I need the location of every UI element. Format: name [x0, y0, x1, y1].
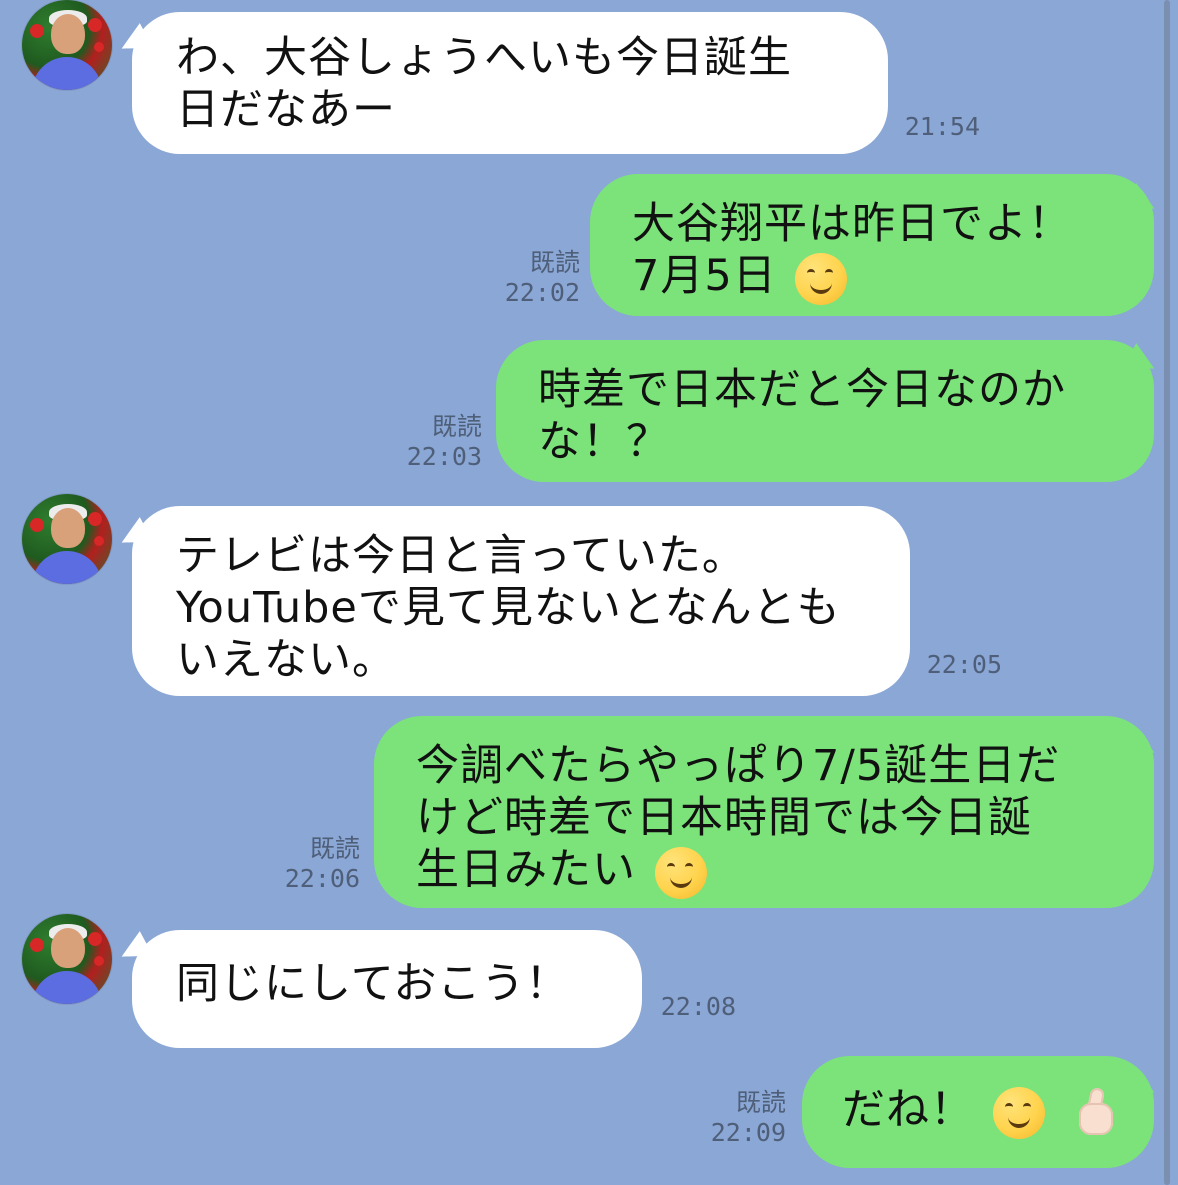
message-line: YouTubeで見て見ないとなんとも: [176, 583, 841, 633]
avatar-icon[interactable]: [22, 494, 112, 584]
timestamp: 22:02: [504, 278, 580, 307]
read-label: 既読: [529, 248, 580, 277]
message-line: 大谷翔平は昨日でよ！: [632, 199, 1072, 249]
outgoing-message-bubble[interactable]: 時差で日本だと今日なのか な！？: [496, 340, 1154, 482]
message-meta: 22:08: [656, 992, 736, 1022]
read-label: 既読: [735, 1088, 786, 1117]
timestamp: 22:08: [660, 992, 736, 1021]
message-row: 既読 22:09 だね！: [0, 1048, 1178, 1185]
message-row: わ、大谷しょうへいも今日誕生 日だなあー 21:54: [0, 0, 1178, 170]
message-line: 7月5日: [632, 251, 777, 301]
message-row: 既読 22:02 大谷翔平は昨日でよ！ 7月5日: [0, 160, 1178, 330]
outgoing-message-bubble[interactable]: 大谷翔平は昨日でよ！ 7月5日: [590, 174, 1154, 316]
message-meta: 既読 22:09: [706, 1088, 786, 1148]
incoming-message-bubble[interactable]: 同じにしておこう！: [132, 930, 642, 1048]
smiling-face-icon: [795, 252, 848, 305]
timestamp: 22:06: [284, 864, 360, 893]
message-row: 既読 22:03 時差で日本だと今日なのか な！？: [0, 320, 1178, 490]
incoming-message-bubble[interactable]: テレビは今日と言っていた。 YouTubeで見て見ないとなんとも いえない。: [132, 506, 910, 696]
message-line: テレビは今日と言っていた。: [176, 531, 746, 581]
message-row: 既読 22:06 今調べたらやっぱり7/5誕生日だ けど時差で日本時間では今日誕…: [0, 704, 1178, 914]
read-label: 既読: [431, 412, 482, 441]
message-line: だね！: [842, 1085, 974, 1135]
message-line-with-emoji: 7月5日: [632, 250, 1118, 305]
message-line: 生日みたい: [416, 845, 636, 895]
thumbs-up-icon: [1069, 1085, 1121, 1141]
message-meta: 既読 22:03: [402, 412, 482, 472]
message-line: わ、大谷しょうへいも今日誕生: [176, 33, 792, 83]
message-meta: 21:54: [900, 112, 980, 142]
avatar-icon[interactable]: [22, 914, 112, 1004]
message-line: けど時差で日本時間では今日誕: [416, 793, 1032, 843]
avatar-icon[interactable]: [22, 0, 112, 90]
message-row: テレビは今日と言っていた。 YouTubeで見て見ないとなんとも いえない。 2…: [0, 494, 1178, 704]
timestamp: 22:03: [406, 442, 482, 471]
timestamp: 22:09: [710, 1118, 786, 1147]
outgoing-message-bubble[interactable]: だね！: [802, 1056, 1154, 1168]
message-meta: 22:05: [922, 650, 1002, 680]
outgoing-message-bubble[interactable]: 今調べたらやっぱり7/5誕生日だ けど時差で日本時間では今日誕 生日みたい: [374, 716, 1154, 908]
timestamp: 21:54: [904, 112, 980, 141]
message-line: 同じにしておこう！: [176, 959, 570, 1009]
timestamp: 22:05: [926, 650, 1002, 679]
read-label: 既読: [309, 834, 360, 863]
message-meta: 既読 22:06: [280, 834, 360, 894]
message-line: いえない。: [176, 635, 396, 685]
smiling-face-icon: [992, 1086, 1045, 1139]
message-line: な！？: [538, 417, 670, 467]
message-line: 日だなあー: [176, 85, 396, 135]
message-meta: 既読 22:02: [500, 248, 580, 308]
smiling-face-icon: [654, 846, 707, 899]
message-line-with-emoji: 生日みたい: [416, 844, 1124, 899]
message-row: 同じにしておこう！ 22:08: [0, 914, 1178, 1054]
incoming-message-bubble[interactable]: わ、大谷しょうへいも今日誕生 日だなあー: [132, 12, 888, 154]
message-line: 今調べたらやっぱり7/5誕生日だ: [416, 741, 1061, 791]
message-line: 時差で日本だと今日なのか: [538, 365, 1066, 415]
